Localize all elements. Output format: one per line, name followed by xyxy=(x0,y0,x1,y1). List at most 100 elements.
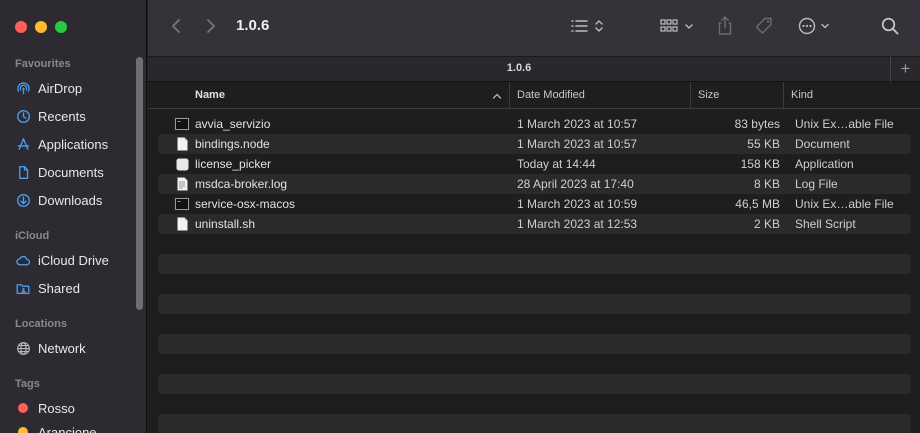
toolbar: 1.0.6 xyxy=(148,0,920,56)
file-size: 55 KB xyxy=(747,137,780,151)
executable-file-icon xyxy=(175,114,189,134)
empty-row-stripe xyxy=(158,334,911,354)
sidebar-item-label: Downloads xyxy=(38,192,103,208)
forward-button[interactable] xyxy=(201,17,221,39)
group-button[interactable] xyxy=(658,16,698,40)
sidebar-item-airdrop[interactable]: AirDrop xyxy=(15,76,135,100)
download-icon xyxy=(15,192,31,208)
executable-file-icon xyxy=(175,194,189,214)
tag-icon xyxy=(754,16,774,41)
sidebar-item-shared[interactable]: Shared xyxy=(15,276,135,300)
airdrop-icon xyxy=(15,80,31,96)
file-name: service-osx-macos xyxy=(195,197,296,211)
column-name-header[interactable]: Name xyxy=(195,82,508,108)
cloud-icon xyxy=(15,252,31,268)
chevron-left-icon xyxy=(171,18,181,39)
finder-window: Favourites AirDrop Recents Applications … xyxy=(0,0,920,433)
table-row[interactable]: avvia_servizio 1 March 2023 at 10:57 83 … xyxy=(158,114,911,134)
view-mode-list-button[interactable] xyxy=(569,16,609,40)
sidebar-item-label: Rosso xyxy=(38,400,75,416)
file-size: 83 bytes xyxy=(734,117,780,131)
sidebar-item-label: Network xyxy=(38,340,86,356)
table-row[interactable]: msdca-broker.log 28 April 2023 at 17:40 … xyxy=(158,174,911,194)
tags-button[interactable] xyxy=(752,16,776,40)
sidebar-item-label: Arancione xyxy=(38,424,97,433)
file-kind: Application xyxy=(795,157,854,171)
document-file-icon xyxy=(175,214,189,234)
plus-icon: + xyxy=(900,59,911,78)
tab-current[interactable]: 1.0.6 xyxy=(148,62,890,74)
clock-icon xyxy=(15,108,31,124)
sidebar-item-documents[interactable]: Documents xyxy=(15,160,135,184)
window-title: 1.0.6 xyxy=(236,17,270,34)
file-kind: Document xyxy=(795,137,850,151)
document-icon xyxy=(15,164,31,180)
chevron-right-icon xyxy=(206,18,216,39)
file-date: Today at 14:44 xyxy=(517,157,596,171)
table-row[interactable]: bindings.node 1 March 2023 at 10:57 55 K… xyxy=(158,134,911,154)
file-kind: Log File xyxy=(795,177,838,191)
file-kind: Unix Ex…able File xyxy=(795,117,894,131)
log-file-icon xyxy=(175,174,189,194)
table-row[interactable]: service-osx-macos 1 March 2023 at 10:59 … xyxy=(158,194,911,214)
sidebar-item-label: Applications xyxy=(38,136,109,152)
minimize-window-button[interactable] xyxy=(35,21,47,33)
sidebar: Favourites AirDrop Recents Applications … xyxy=(0,0,147,433)
search-icon xyxy=(880,16,900,41)
file-date: 1 March 2023 at 10:57 xyxy=(517,137,638,151)
back-button[interactable] xyxy=(166,17,186,39)
sidebar-section-tags: Tags xyxy=(15,378,40,390)
sidebar-item-label: Shared xyxy=(38,280,80,296)
file-name: license_picker xyxy=(195,157,272,171)
column-kind-header[interactable]: Kind xyxy=(783,82,920,108)
file-date: 1 March 2023 at 12:53 xyxy=(517,217,638,231)
sidebar-item-tag-rosso[interactable]: Rosso xyxy=(15,396,135,420)
sidebar-item-recents[interactable]: Recents xyxy=(15,104,135,128)
sidebar-item-applications[interactable]: Applications xyxy=(15,132,135,156)
close-window-button[interactable] xyxy=(15,21,27,33)
file-size: 46,5 MB xyxy=(735,197,780,211)
column-header: Name Date Modified Size Kind xyxy=(148,82,920,109)
file-name: bindings.node xyxy=(195,137,270,151)
empty-row-stripe xyxy=(158,374,911,394)
sidebar-item-network[interactable]: Network xyxy=(15,336,135,360)
new-tab-button[interactable]: + xyxy=(890,56,920,82)
column-size-header[interactable]: Size xyxy=(690,82,783,108)
sidebar-item-tag-arancione[interactable]: Arancione xyxy=(15,420,135,433)
file-size: 2 KB xyxy=(753,217,780,231)
sort-ascending-icon xyxy=(492,91,502,103)
table-row[interactable]: license_picker Today at 14:44 158 KB App… xyxy=(158,154,911,174)
sidebar-item-label: Recents xyxy=(38,108,86,124)
zoom-window-button[interactable] xyxy=(55,21,67,33)
sidebar-item-label: AirDrop xyxy=(38,80,83,96)
empty-row-stripe xyxy=(158,254,911,274)
tag-color-dot xyxy=(18,427,28,433)
file-kind: Shell Script xyxy=(795,217,856,231)
tab-bar: 1.0.6 + xyxy=(148,56,920,82)
empty-row-stripe xyxy=(158,294,911,314)
globe-icon xyxy=(15,340,31,356)
file-name: avvia_servizio xyxy=(195,117,271,131)
document-file-icon xyxy=(175,134,189,154)
file-date: 28 April 2023 at 17:40 xyxy=(517,177,634,191)
file-kind: Unix Ex…able File xyxy=(795,197,894,211)
share-button[interactable] xyxy=(714,15,736,41)
sidebar-item-icloud-drive[interactable]: iCloud Drive xyxy=(15,248,135,272)
sidebar-item-label: Documents xyxy=(38,164,104,180)
file-size: 158 KB xyxy=(740,157,780,171)
sidebar-scrollbar[interactable] xyxy=(136,57,143,310)
search-button[interactable] xyxy=(878,16,902,40)
grid-icon xyxy=(659,17,697,40)
list-view-icon xyxy=(570,17,608,40)
table-row[interactable]: uninstall.sh 1 March 2023 at 12:53 2 KB … xyxy=(158,214,911,234)
sidebar-item-downloads[interactable]: Downloads xyxy=(15,188,135,212)
tag-color-dot xyxy=(18,403,28,413)
file-list: Name Date Modified Size Kind avvia_servi… xyxy=(148,82,920,433)
file-date: 1 March 2023 at 10:59 xyxy=(517,197,638,211)
sidebar-section-icloud: iCloud xyxy=(15,230,50,242)
empty-row-stripe xyxy=(158,414,911,433)
more-actions-button[interactable] xyxy=(794,16,834,40)
column-date-header[interactable]: Date Modified xyxy=(509,82,690,108)
sidebar-section-favourites: Favourites xyxy=(15,58,71,70)
shared-folder-icon xyxy=(15,280,31,296)
